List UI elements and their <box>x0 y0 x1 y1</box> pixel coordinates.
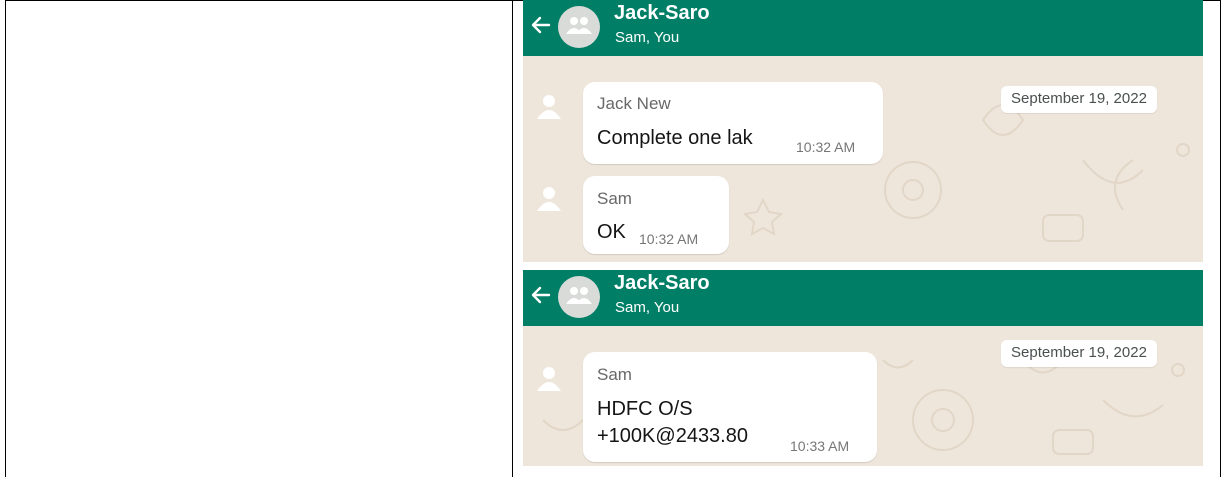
message-sender: Sam <box>597 365 632 384</box>
message-text: OK <box>597 221 626 243</box>
chat-screenshot-1: Jack-Saro Sam, You September 19, 2022 Ja… <box>523 0 1203 262</box>
chat-header: Jack-Saro Sam, You <box>523 270 1203 326</box>
message-bubble[interactable]: Jack New Complete one lak 10:32 AM <box>583 82 883 164</box>
person-avatar-icon <box>537 187 561 211</box>
message-sender: Sam <box>597 189 632 208</box>
message-text-line2: +100K@2433.80 <box>597 425 748 447</box>
message-sender: Jack New <box>597 94 671 113</box>
group-members: Sam, You <box>615 299 680 316</box>
message-time: 10:32 AM <box>639 231 699 247</box>
table-border-left <box>5 0 6 477</box>
date-chip: September 19, 2022 <box>1001 340 1157 367</box>
date-chip: September 19, 2022 <box>1001 86 1157 113</box>
group-avatar-icon[interactable] <box>558 276 600 318</box>
message-time: 10:32 AM <box>796 139 856 155</box>
table-column-divider <box>512 0 513 477</box>
chat-screenshot-2: Jack-Saro Sam, You September 19, 2022 Sa… <box>523 270 1203 466</box>
message-text: HDFC O/S <box>597 398 693 420</box>
back-arrow-icon[interactable] <box>529 282 553 308</box>
table-border-right <box>1220 0 1221 477</box>
group-name[interactable]: Jack-Saro <box>614 272 710 295</box>
back-arrow-icon[interactable] <box>529 12 553 38</box>
group-members: Sam, You <box>615 29 680 46</box>
message-bubble[interactable]: Sam OK 10:32 AM <box>583 176 729 254</box>
group-name[interactable]: Jack-Saro <box>614 2 710 25</box>
group-avatar-icon[interactable] <box>558 6 600 48</box>
message-time: 10:33 AM <box>790 438 850 454</box>
message-text: Complete one lak <box>597 127 753 149</box>
chat-header: Jack-Saro Sam, You <box>523 0 1203 56</box>
message-bubble[interactable]: Sam HDFC O/S +100K@2433.80 10:33 AM <box>583 352 877 462</box>
person-avatar-icon <box>537 367 561 391</box>
person-avatar-icon <box>537 95 561 119</box>
